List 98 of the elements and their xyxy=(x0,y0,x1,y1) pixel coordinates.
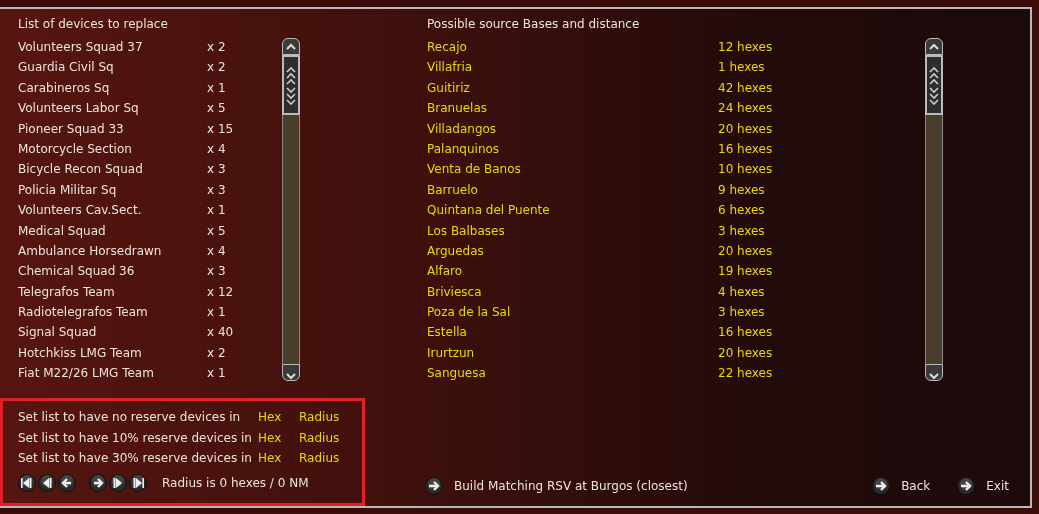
device-count: x 5 xyxy=(207,100,226,118)
device-count: x 4 xyxy=(207,140,226,158)
device-name[interactable]: Policia Militar Sq xyxy=(18,179,207,201)
scroll-down-icon[interactable] xyxy=(282,364,300,381)
device-name[interactable]: Volunteers Labor Sq xyxy=(18,98,207,119)
base-name[interactable]: Villadangos xyxy=(427,118,718,139)
base-name[interactable]: Recajo xyxy=(427,37,718,58)
device-name[interactable]: Chemical Squad 36 xyxy=(18,261,207,282)
device-name[interactable]: Pioneer Squad 33 xyxy=(18,118,207,139)
scroll-thumb[interactable] xyxy=(925,55,943,115)
base-name[interactable]: Arguedas xyxy=(427,240,718,262)
device-count: x 2 xyxy=(207,59,226,77)
base-distance: 12 hexes xyxy=(718,39,773,56)
base-distance: 9 hexes xyxy=(718,181,765,199)
hex-link[interactable]: Hex xyxy=(258,448,299,469)
build-button[interactable]: Build Matching RSV at Burgos (closest) xyxy=(425,477,688,495)
base-distance: 3 hexes xyxy=(718,222,765,240)
device-name[interactable]: Radiotelegrafos Team xyxy=(18,302,207,323)
base-name[interactable]: Barruelo xyxy=(427,179,718,201)
radius-link[interactable]: Radius xyxy=(299,448,340,469)
exit-button[interactable]: Exit xyxy=(957,477,1009,495)
hex-link[interactable]: Hex xyxy=(258,407,299,428)
device-count: x 3 xyxy=(207,161,226,179)
scrollbar[interactable] xyxy=(282,38,300,381)
device-name[interactable]: Guardia Civil Sq xyxy=(18,57,207,78)
device-count: x 1 xyxy=(207,202,226,220)
list-title: List of devices to replace xyxy=(18,17,169,33)
scrollbar[interactable] xyxy=(925,38,943,381)
base-distance: 22 hexes xyxy=(718,365,773,383)
reserve-option-label: Set list to have 10% reserve devices in xyxy=(18,429,253,447)
base-distance: 20 hexes xyxy=(718,120,773,138)
base-name[interactable]: Sanguesa xyxy=(427,363,718,384)
base-distance: 6 hexes xyxy=(718,202,765,220)
device-name[interactable]: Fiat M22/26 LMG Team xyxy=(18,363,207,384)
scroll-up-icon[interactable] xyxy=(925,38,943,55)
list-title: Possible source Bases and distance xyxy=(427,17,641,33)
reserve-option-label: Set list to have 30% reserve devices in xyxy=(18,450,253,467)
device-count: x 40 xyxy=(207,324,234,342)
base-name[interactable]: Venta de Banos xyxy=(427,159,718,180)
device-name[interactable]: Hotchkiss LMG Team xyxy=(18,342,207,364)
arrow-icon xyxy=(425,477,443,495)
scroll-thumb[interactable] xyxy=(282,55,300,115)
device-name[interactable]: Ambulance Horsedrawn xyxy=(18,240,207,262)
base-name[interactable]: Irurtzun xyxy=(427,342,718,364)
device-name[interactable]: Carabineros Sq xyxy=(18,77,207,99)
base-name[interactable]: Briviesca xyxy=(427,281,718,303)
radius-link[interactable]: Radius xyxy=(299,427,340,448)
base-name[interactable]: Estella xyxy=(427,322,718,343)
hex-link[interactable]: Hex xyxy=(258,427,299,448)
base-distance: 20 hexes xyxy=(718,242,773,260)
base-name[interactable]: Guitiriz xyxy=(427,77,718,99)
base-distance: 1 hexes xyxy=(718,59,765,77)
base-name[interactable]: Quintana del Puente xyxy=(427,200,718,221)
device-count: x 2 xyxy=(207,344,226,362)
device-name[interactable]: Volunteers Squad 37 xyxy=(18,37,207,58)
scroll-down-icon[interactable] xyxy=(925,364,943,381)
nav-last-icon[interactable] xyxy=(129,473,147,492)
nav-prev-page-icon[interactable] xyxy=(38,473,56,492)
base-distance: 4 hexes xyxy=(718,283,765,301)
device-count: x 15 xyxy=(207,120,234,138)
base-name[interactable]: Alfaro xyxy=(427,261,718,282)
base-distance: 42 hexes xyxy=(718,79,773,97)
device-count: x 4 xyxy=(207,242,226,260)
base-distance: 24 hexes xyxy=(718,100,773,118)
device-count: x 1 xyxy=(207,79,226,97)
device-name[interactable]: Motorcycle Section xyxy=(18,138,207,160)
device-name[interactable]: Telegrafos Team xyxy=(18,281,207,303)
radius-readout: Radius is 0 hexes / 0 NM xyxy=(162,475,309,490)
base-name[interactable]: Palanquinos xyxy=(427,138,718,160)
nav-next-icon[interactable] xyxy=(89,473,107,492)
nav-next-page-icon[interactable] xyxy=(109,473,127,492)
base-distance: 3 hexes xyxy=(718,304,765,322)
base-distance: 19 hexes xyxy=(718,263,773,281)
device-name[interactable]: Medical Squad xyxy=(18,220,207,241)
device-count: x 1 xyxy=(207,365,226,383)
scroll-up-icon[interactable] xyxy=(282,38,300,55)
base-distance: 10 hexes xyxy=(718,161,773,179)
nav-first-icon[interactable] xyxy=(18,473,36,492)
device-name[interactable]: Signal Squad xyxy=(18,322,207,343)
device-name[interactable]: Volunteers Cav.Sect. xyxy=(18,200,207,221)
device-count: x 2 xyxy=(207,39,226,56)
base-distance: 20 hexes xyxy=(718,344,773,362)
reserve-option-label: Set list to have no reserve devices in xyxy=(18,409,242,426)
base-name[interactable]: Poza de la Sal xyxy=(427,302,718,323)
device-count: x 5 xyxy=(207,222,226,240)
device-count: x 12 xyxy=(207,283,234,301)
device-name[interactable]: Bicycle Recon Squad xyxy=(18,159,207,180)
radius-link[interactable]: Radius xyxy=(299,407,340,428)
base-name[interactable]: Branuelas xyxy=(427,98,718,119)
base-name[interactable]: Los Balbases xyxy=(427,220,718,241)
device-count: x 3 xyxy=(207,181,226,199)
back-button[interactable]: Back xyxy=(872,477,931,495)
base-name[interactable]: Villafria xyxy=(427,57,718,78)
device-count: x 1 xyxy=(207,304,226,322)
device-count: x 3 xyxy=(207,263,226,281)
base-distance: 16 hexes xyxy=(718,140,773,158)
nav-prev-icon[interactable] xyxy=(58,473,76,492)
base-distance: 16 hexes xyxy=(718,324,773,342)
